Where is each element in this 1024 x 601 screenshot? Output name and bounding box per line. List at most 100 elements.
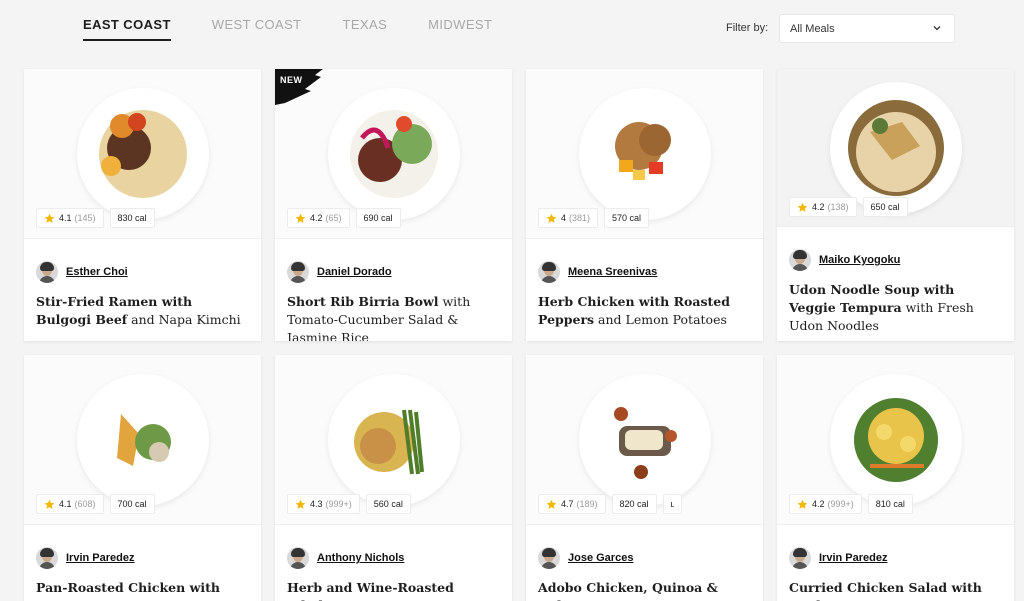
star-icon: [797, 202, 808, 212]
meal-card[interactable]: 4.1 (608) 700 cal Irvin Paredez Pan-Roas…: [24, 355, 261, 601]
tab-midwest[interactable]: MIDWEST: [428, 17, 492, 41]
star-icon: [295, 499, 306, 509]
meal-title: Herb and Wine-Roasted Whole: [287, 579, 502, 601]
chef-avatar: [538, 547, 560, 569]
rating-value: 4: [561, 213, 567, 223]
rating-count: (145): [74, 213, 96, 223]
rating-pill: 4.2 (138): [789, 197, 857, 217]
chef-name-link[interactable]: Irvin Paredez: [66, 552, 134, 564]
calories-value: 560 cal: [373, 499, 403, 509]
meal-title-main: Herb and Wine-Roasted Whole: [287, 580, 454, 601]
meal-card[interactable]: 4.2 (138) 650 cal Maiko Kyogoku Udon Noo…: [777, 69, 1014, 341]
meal-card[interactable]: 4.2 (999+) 810 cal Irvin Paredez Curried…: [777, 355, 1014, 601]
calories-value: 650 cal: [870, 202, 900, 212]
chef-avatar: [36, 547, 58, 569]
region-tabs: EAST COAST WEST COAST TEXAS MIDWEST: [83, 17, 533, 41]
meal-title-main: Short Rib Birria Bowl: [287, 294, 439, 309]
rating-value: 4.2: [812, 202, 825, 212]
rating-pill: 4.7 (189): [538, 494, 606, 514]
calories-pill: 570 cal: [604, 208, 650, 228]
meal-plate: [76, 373, 209, 506]
star-icon: [44, 499, 55, 509]
chevron-down-icon: [933, 26, 941, 31]
calories-pill: 690 cal: [355, 208, 401, 228]
meal-card[interactable]: 4 (381) 570 cal Meena Sreenivas Herb Chi…: [526, 69, 763, 341]
top-bar: EAST COAST WEST COAST TEXAS MIDWEST Filt…: [0, 0, 1024, 60]
rating-pill: 4.2 (999+): [789, 494, 862, 514]
meal-plate: [829, 81, 962, 214]
calories-pill: 820 cal: [611, 494, 657, 514]
calories-pill: 650 cal: [862, 197, 908, 217]
rating-value: 4.1: [59, 499, 72, 509]
meal-stats: 4.1 (145) 830 cal: [36, 208, 161, 228]
chef-avatar: [538, 261, 560, 283]
chef-name-link[interactable]: Irvin Paredez: [819, 552, 887, 564]
meal-title-sub: and Napa Kimchi: [127, 312, 241, 327]
rating-count: (999+): [827, 499, 854, 509]
star-icon: [546, 499, 557, 509]
chef-info: Irvin Paredez: [36, 547, 134, 569]
rating-value: 4.3: [310, 499, 323, 509]
meal-stats: 4.7 (189) 820 cal ʟ: [538, 494, 688, 514]
meal-title: Pan-Roasted Chicken with Lemon-: [36, 579, 251, 601]
chef-name-link[interactable]: Esther Choi: [66, 266, 128, 278]
meal-stats: 4.1 (608) 700 cal: [36, 494, 161, 514]
meal-plate: [76, 87, 209, 220]
rating-value: 4.7: [561, 499, 574, 509]
meal-stats: 4.2 (65) 690 cal: [287, 208, 407, 228]
new-badge-label: NEW: [280, 75, 303, 85]
rating-count: (608): [74, 499, 96, 509]
star-icon: [797, 499, 808, 509]
chef-info: Jose Garces: [538, 547, 633, 569]
meal-title-main: Pan-Roasted Chicken with Lemon-: [36, 580, 220, 601]
chef-avatar: [789, 547, 811, 569]
tab-texas[interactable]: TEXAS: [343, 17, 388, 41]
meal-stats: 4.2 (138) 650 cal: [789, 197, 914, 217]
chef-info: Daniel Dorado: [287, 261, 392, 283]
rating-count: (65): [325, 213, 342, 223]
calories-pill: 830 cal: [109, 208, 155, 228]
star-icon: [44, 213, 55, 223]
star-icon: [546, 213, 557, 223]
meal-card[interactable]: 4.7 (189) 820 cal ʟ Jose Garces Adobo Ch…: [526, 355, 763, 601]
meal-stats: 4 (381) 570 cal: [538, 208, 655, 228]
chef-info: Irvin Paredez: [789, 547, 887, 569]
meal-stats: 4.3 (999+) 560 cal: [287, 494, 417, 514]
meal-title: Short Rib Birria Bowl with Tomato-Cucumb…: [287, 293, 502, 341]
rating-pill: 4.2 (65): [287, 208, 350, 228]
chef-info: Esther Choi: [36, 261, 128, 283]
rating-pill: 4.3 (999+): [287, 494, 360, 514]
tab-east-coast[interactable]: EAST COAST: [83, 17, 171, 41]
meal-title-sub: and Lemon Potatoes: [594, 312, 727, 327]
star-icon: [295, 213, 306, 223]
meal-filter-select[interactable]: All Meals: [779, 14, 955, 43]
meal-plate: [327, 373, 460, 506]
rating-value: 4.2: [310, 213, 323, 223]
rating-pill: 4.1 (608): [36, 494, 104, 514]
chef-avatar: [789, 249, 811, 271]
chef-name-link[interactable]: Meena Sreenivas: [568, 266, 657, 278]
calories-pill: 700 cal: [109, 494, 155, 514]
tab-west-coast[interactable]: WEST COAST: [212, 17, 302, 41]
rating-count: (189): [576, 499, 598, 509]
meal-card[interactable]: 4.2 (65) 690 cal Daniel Dorado Short Rib…: [275, 69, 512, 341]
meal-title: Adobo Chicken, Quinoa & Kale: [538, 579, 753, 601]
chef-name-link[interactable]: Anthony Nichols: [317, 552, 404, 564]
meal-card[interactable]: 4.3 (999+) 560 cal Anthony Nichols Herb …: [275, 355, 512, 601]
meal-card[interactable]: 4.1 (145) 830 cal Esther Choi Stir-Fried…: [24, 69, 261, 341]
chef-name-link[interactable]: Maiko Kyogoku: [819, 254, 900, 266]
meal-title-main: Curried Chicken Salad with Apple: [789, 580, 982, 601]
rating-pill: 4.1 (145): [36, 208, 104, 228]
rating-pill: 4 (381): [538, 208, 599, 228]
meal-stats: 4.2 (999+) 810 cal: [789, 494, 919, 514]
calories-value: 690 cal: [363, 213, 393, 223]
new-badge: NEW: [275, 69, 325, 105]
filter-label: Filter by:: [726, 22, 769, 34]
rating-count: (381): [569, 213, 591, 223]
filter-selected-value: All Meals: [790, 23, 835, 35]
calories-value: 830 cal: [117, 213, 147, 223]
calories-value: 570 cal: [612, 213, 642, 223]
meal-plate: [327, 87, 460, 220]
chef-name-link[interactable]: Jose Garces: [568, 552, 633, 564]
chef-name-link[interactable]: Daniel Dorado: [317, 266, 392, 278]
